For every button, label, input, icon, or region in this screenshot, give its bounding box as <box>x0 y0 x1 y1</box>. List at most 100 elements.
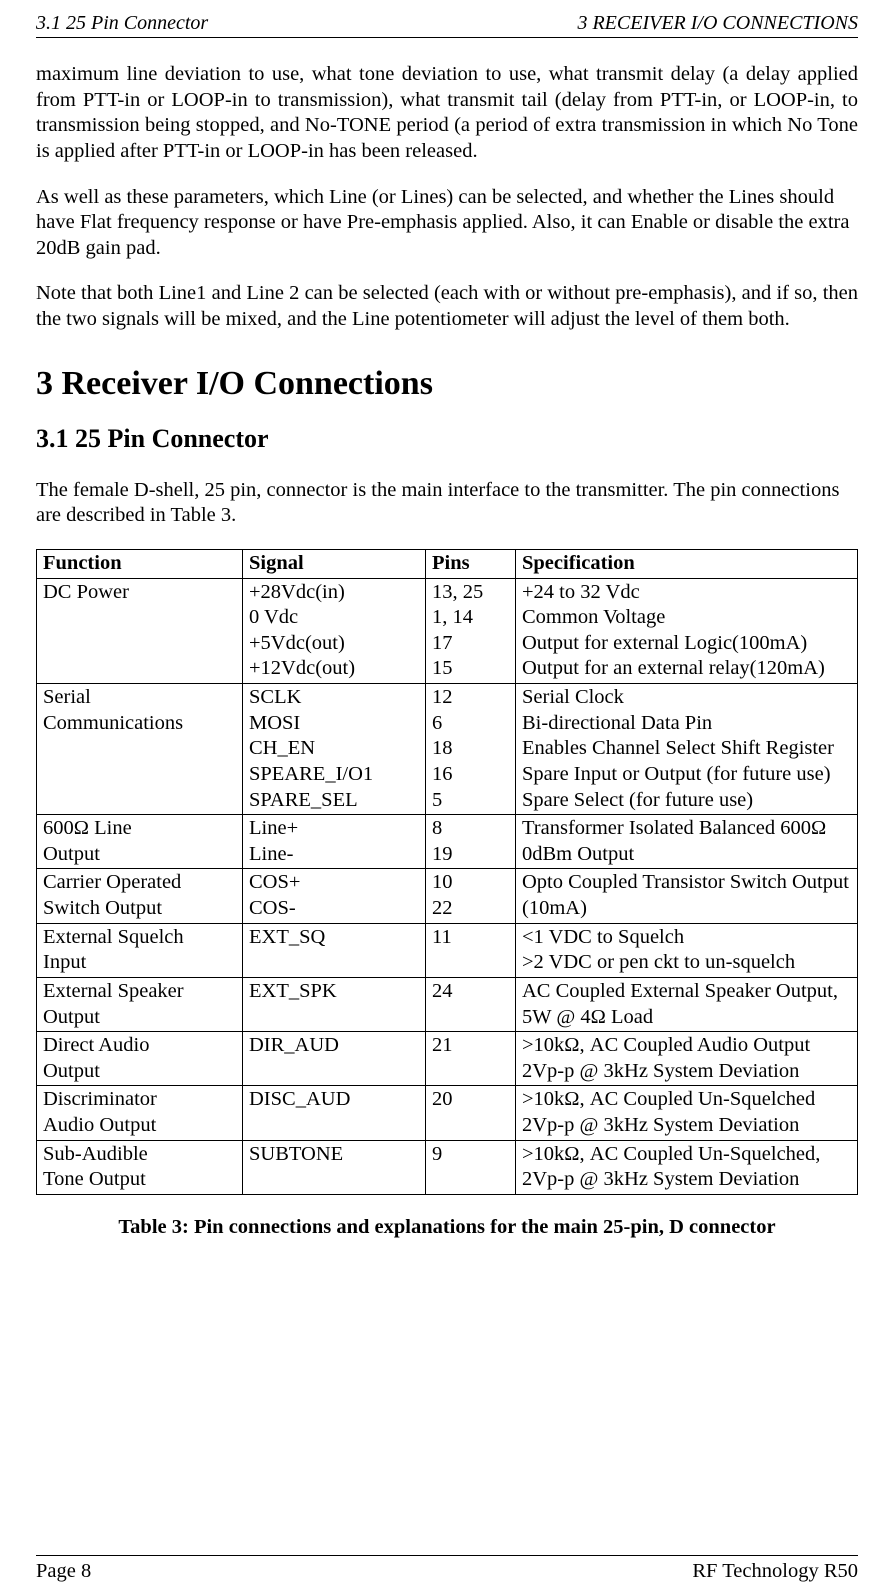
cell-line: MOSI <box>249 711 419 737</box>
cell-function: 600Ω LineOutput <box>37 815 243 869</box>
cell-line: >2 VDC or pen ckt to un-squelch <box>522 950 851 976</box>
cell-spec: AC Coupled External Speaker Output, 5W @… <box>516 977 858 1031</box>
table-row: 600Ω LineOutputLine+Line-819Transformer … <box>37 815 858 869</box>
cell-line: Direct Audio <box>43 1033 236 1059</box>
table-row: DC Power+28Vdc(in)0 Vdc+5Vdc(out)+12Vdc(… <box>37 578 858 684</box>
cell-line: 8 <box>432 816 509 842</box>
cell-spec: +24 to 32 VdcCommon VoltageOutput for ex… <box>516 578 858 684</box>
cell-signal: SCLKMOSICH_ENSPEARE_I/O1SPARE_SEL <box>243 684 426 815</box>
cell-pins: 1022 <box>426 869 516 923</box>
cell-line: SCLK <box>249 685 419 711</box>
cell-line: Line- <box>249 842 419 868</box>
page-body: maximum line deviation to use, what tone… <box>36 62 858 1555</box>
cell-line: Output <box>43 842 236 868</box>
cell-line: DISC_AUD <box>249 1087 419 1113</box>
page-footer: Page 8 RF Technology R50 <box>36 1555 858 1583</box>
footer-right: RF Technology R50 <box>692 1560 858 1583</box>
cell-line: Switch Output <box>43 896 236 922</box>
cell-line: Opto Coupled Transistor Switch Output (1… <box>522 870 851 921</box>
cell-line: COS+ <box>249 870 419 896</box>
cell-signal: Line+Line- <box>243 815 426 869</box>
cell-line: +28Vdc(in) <box>249 580 419 606</box>
table-caption: Table 3: Pin connections and explanation… <box>36 1215 858 1241</box>
cell-pins: 11 <box>426 923 516 977</box>
page: 3.1 25 Pin Connector 3 RECEIVER I/O CONN… <box>0 0 894 1595</box>
table-row: External SquelchInputEXT_SQ11<1 VDC to S… <box>37 923 858 977</box>
cell-function: Sub-AudibleTone Output <box>37 1140 243 1194</box>
cell-line: 15 <box>432 656 509 682</box>
cell-line: Input <box>43 950 236 976</box>
cell-spec: >10kΩ, AC Coupled Un-Squelched, 2Vp-p @ … <box>516 1140 858 1194</box>
cell-line: 24 <box>432 979 509 1005</box>
cell-signal: SUBTONE <box>243 1140 426 1194</box>
table-row: Sub-AudibleTone OutputSUBTONE 9 >10kΩ, AC … <box>37 1140 858 1194</box>
cell-line: 12 <box>432 685 509 711</box>
cell-line: 11 <box>432 925 509 951</box>
cell-line: <1 VDC to Squelch <box>522 925 851 951</box>
cell-line: AC Coupled External Speaker Output, 5W @… <box>522 979 851 1030</box>
cell-line: 18 <box>432 736 509 762</box>
page-header: 3.1 25 Pin Connector 3 RECEIVER I/O CONN… <box>36 12 858 38</box>
cell-line: Output for an external relay(120mA) <box>522 656 851 682</box>
cell-function: External SquelchInput <box>37 923 243 977</box>
cell-line: External Squelch <box>43 925 236 951</box>
cell-line: Common Voltage <box>522 605 851 631</box>
header-left: 3.1 25 Pin Connector <box>36 12 208 35</box>
cell-spec: >10kΩ, AC Coupled Un-Squelched 2Vp-p @ 3… <box>516 1086 858 1140</box>
cell-line: 9 <box>432 1142 509 1168</box>
cell-line: 19 <box>432 842 509 868</box>
th-signal: Signal <box>243 549 426 578</box>
cell-line: Output <box>43 1059 236 1085</box>
cell-function: Carrier OperatedSwitch Output <box>37 869 243 923</box>
table-header-row: Function Signal Pins Specification <box>37 549 858 578</box>
cell-pins: 21 <box>426 1032 516 1086</box>
cell-signal: COS+COS- <box>243 869 426 923</box>
cell-line: >10kΩ, AC Coupled Un-Squelched 2Vp-p @ 3… <box>522 1087 851 1138</box>
cell-signal: DIR_AUD <box>243 1032 426 1086</box>
cell-pins: 20 <box>426 1086 516 1140</box>
cell-spec: Opto Coupled Transistor Switch Output (1… <box>516 869 858 923</box>
table-row: Direct AudioOutputDIR_AUD21>10kΩ, AC Cou… <box>37 1032 858 1086</box>
cell-line: Serial Clock <box>522 685 851 711</box>
table-row: DiscriminatorAudio OutputDISC_AUD20>10kΩ… <box>37 1086 858 1140</box>
th-pins: Pins <box>426 549 516 578</box>
section-heading: 3 Receiver I/O Connections <box>36 363 858 406</box>
cell-line: SPEARE_I/O1 <box>249 762 419 788</box>
cell-signal: EXT_SQ <box>243 923 426 977</box>
cell-line: Enables Channel Select Shift Register <box>522 736 851 762</box>
cell-function: SerialCommunications <box>37 684 243 815</box>
cell-spec: <1 VDC to Squelch>2 VDC or pen ckt to un… <box>516 923 858 977</box>
cell-line: EXT_SPK <box>249 979 419 1005</box>
cell-pins: 9 <box>426 1140 516 1194</box>
cell-function: DiscriminatorAudio Output <box>37 1086 243 1140</box>
cell-line: DIR_AUD <box>249 1033 419 1059</box>
cell-function: Direct AudioOutput <box>37 1032 243 1086</box>
cell-line: 10 <box>432 870 509 896</box>
cell-line: +5Vdc(out) <box>249 631 419 657</box>
cell-line: 13, 25 <box>432 580 509 606</box>
cell-signal: +28Vdc(in)0 Vdc+5Vdc(out)+12Vdc(out) <box>243 578 426 684</box>
cell-line: 21 <box>432 1033 509 1059</box>
cell-line: COS- <box>249 896 419 922</box>
cell-line: Bi-directional Data Pin <box>522 711 851 737</box>
cell-line: SUBTONE <box>249 1142 419 1168</box>
cell-spec: Serial ClockBi-directional Data PinEnabl… <box>516 684 858 815</box>
paragraph-3: Note that both Line1 and Line 2 can be s… <box>36 281 858 332</box>
paragraph-2: As well as these parameters, which Line … <box>36 185 858 262</box>
cell-pins: 13, 251, 141715 <box>426 578 516 684</box>
cell-line: Carrier Operated <box>43 870 236 896</box>
cell-line: 16 <box>432 762 509 788</box>
cell-line: CH_EN <box>249 736 419 762</box>
cell-line: Audio Output <box>43 1113 236 1139</box>
table-row: Carrier OperatedSwitch OutputCOS+COS-102… <box>37 869 858 923</box>
cell-line: SPARE_SEL <box>249 788 419 814</box>
cell-line: Line+ <box>249 816 419 842</box>
table-row: External SpeakerOutputEXT_SPK24AC Couple… <box>37 977 858 1031</box>
th-spec: Specification <box>516 549 858 578</box>
cell-line: Spare Select (for future use) <box>522 788 851 814</box>
cell-line: Transformer Isolated Balanced 600Ω 0dBm … <box>522 816 851 867</box>
cell-line: 0 Vdc <box>249 605 419 631</box>
cell-line: +12Vdc(out) <box>249 656 419 682</box>
cell-spec: Transformer Isolated Balanced 600Ω 0dBm … <box>516 815 858 869</box>
cell-line: Discriminator <box>43 1087 236 1113</box>
